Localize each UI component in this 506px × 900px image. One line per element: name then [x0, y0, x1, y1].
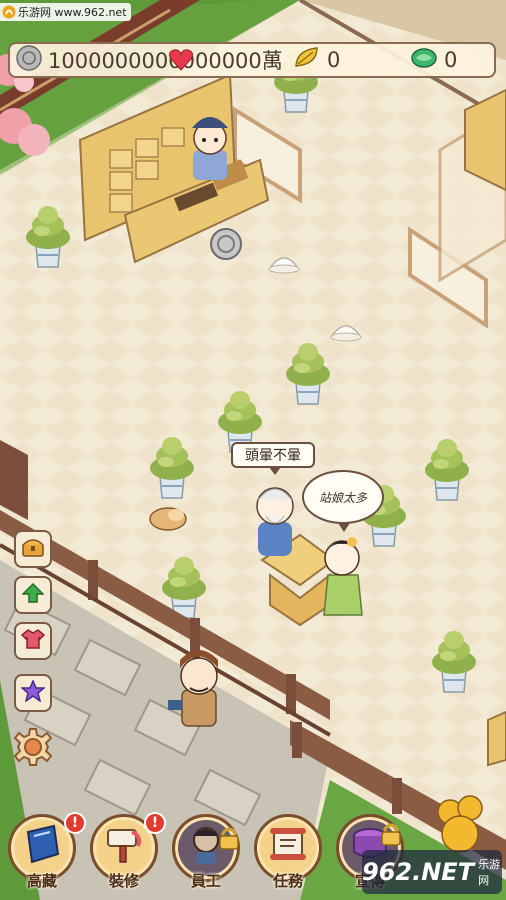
nav-decorate-label: 裝修 — [108, 872, 139, 890]
jade-icon — [410, 46, 438, 74]
resource-bar: 1000000000000000萬 0 0 — [8, 42, 496, 78]
site-logo-icon — [2, 5, 16, 19]
scroll-icon — [266, 822, 310, 866]
jade-amount: 0 — [444, 48, 458, 72]
nav-tasks-label: 任務 — [272, 872, 303, 890]
heart-icon — [168, 48, 194, 76]
gold-leaf-resource: 0 — [293, 44, 340, 76]
treasure-chest-icon — [21, 537, 45, 561]
watermark: 乐游网 www.962.net — [0, 3, 131, 21]
corner-logo-subtext: 乐游网 — [478, 858, 501, 887]
silver-resource: 1000000000000000萬 — [16, 44, 283, 76]
nav-tasks-button[interactable]: 任務 — [252, 812, 324, 896]
nav-staff-button[interactable]: 員工 — [170, 812, 242, 896]
silver-amount: 1000000000000000萬 — [48, 49, 283, 73]
purple-star-icon — [19, 679, 47, 706]
nav-staff-label: 員工 — [190, 872, 221, 890]
nav-decorate-button[interactable]: 裝修 ! — [88, 812, 166, 896]
decorate-alert-badge: ! — [144, 812, 166, 834]
lady-speech-bubble: 站娘太多 — [302, 470, 384, 532]
gear-icon — [13, 727, 53, 771]
nav-storage-button[interactable]: 高藏 ! — [6, 812, 86, 896]
upgrade-button[interactable] — [14, 576, 52, 614]
clothing-button[interactable] — [14, 622, 52, 660]
favorite-button[interactable] — [14, 674, 52, 712]
book-icon — [20, 822, 64, 866]
clothes-icon — [20, 628, 46, 654]
lock-icon — [218, 826, 240, 850]
brush-icon — [102, 822, 146, 866]
chest-button[interactable] — [14, 530, 52, 568]
site-corner-logo: 962.NET 乐游网 — [362, 850, 502, 894]
corner-logo-text: 962.NET — [362, 858, 475, 886]
green-arrow-up-icon — [21, 582, 45, 608]
silver-coin-icon — [16, 45, 42, 75]
settings-button[interactable] — [12, 728, 54, 770]
elder-speech-bubble: 頭暈不暈 — [231, 442, 315, 475]
lock-icon — [380, 822, 402, 846]
jade-resource: 0 — [410, 44, 457, 76]
watermark-text: 乐游网 www.962.net — [18, 6, 127, 19]
nav-storage-label: 高藏 — [26, 872, 57, 890]
gold-leaf-icon — [293, 46, 321, 74]
gold-leaf-amount: 0 — [327, 48, 341, 72]
storage-alert-badge: ! — [64, 812, 86, 834]
